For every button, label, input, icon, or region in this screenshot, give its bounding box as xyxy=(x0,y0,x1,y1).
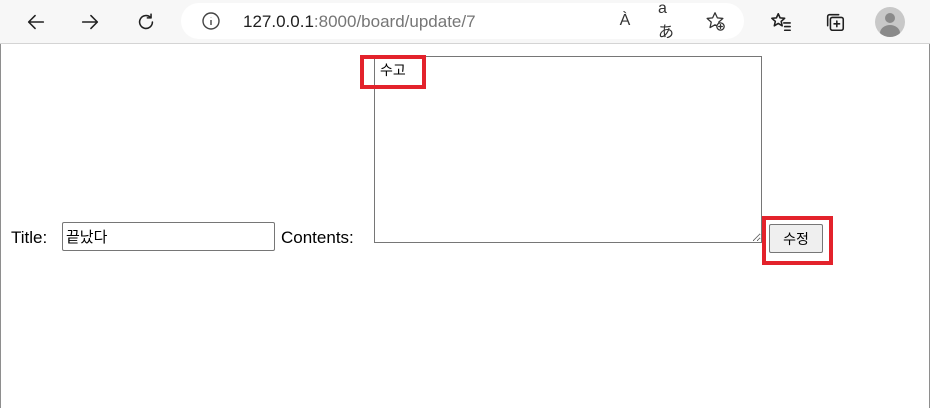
reload-button[interactable] xyxy=(130,6,162,38)
favorites-icon xyxy=(771,12,791,32)
profile-icon xyxy=(875,7,905,37)
translate-icon[interactable]: aあ xyxy=(658,0,682,41)
read-aloud-glyph: À xyxy=(619,12,631,29)
info-icon[interactable] xyxy=(201,11,221,31)
contents-label: Contents: xyxy=(281,228,354,247)
collections-icon xyxy=(826,13,845,32)
forward-icon xyxy=(81,14,99,30)
url-text[interactable]: 127.0.0.1:8000/board/update/7 xyxy=(243,12,476,32)
profile-button[interactable] xyxy=(874,6,906,38)
url-host: 127.0.0.1 xyxy=(243,12,314,31)
title-input[interactable] xyxy=(62,222,275,251)
contents-textarea[interactable]: 수고 xyxy=(374,56,762,243)
address-bar[interactable]: 127.0.0.1:8000/board/update/7 À aあ xyxy=(181,0,744,41)
reload-icon xyxy=(138,13,154,30)
browser-toolbar: 127.0.0.1:8000/board/update/7 À aあ xyxy=(0,0,930,44)
forward-button[interactable] xyxy=(74,6,106,38)
add-favorite-icon[interactable] xyxy=(703,9,727,33)
favorites-button[interactable] xyxy=(765,6,797,38)
back-icon xyxy=(27,14,45,30)
title-label: Title: xyxy=(11,228,48,247)
back-button[interactable] xyxy=(20,6,52,38)
translate-glyph: aあ xyxy=(658,0,675,41)
update-button[interactable]: 수정 xyxy=(769,224,823,253)
page-viewport: Title: Contents: 수고 수정 xyxy=(0,44,930,408)
url-path: :8000/board/update/7 xyxy=(313,12,476,31)
read-aloud-icon[interactable]: À xyxy=(613,9,637,33)
collections-button[interactable] xyxy=(819,6,851,38)
